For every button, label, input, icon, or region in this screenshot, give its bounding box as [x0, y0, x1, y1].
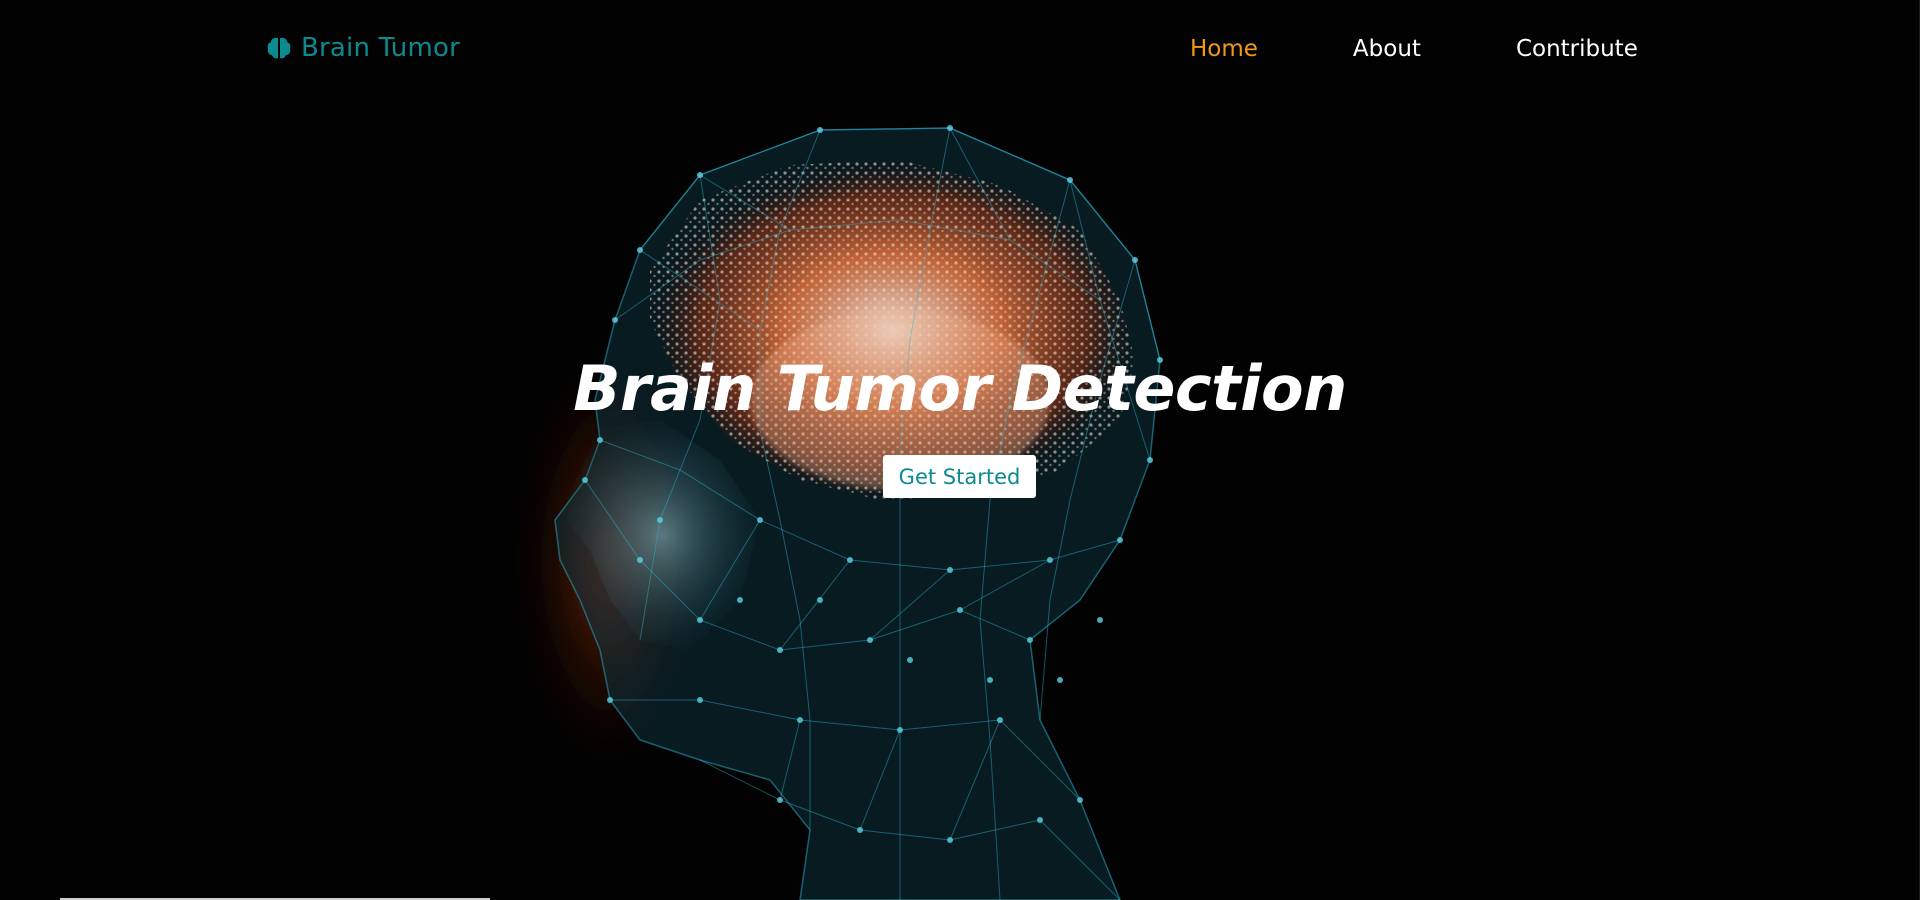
brand-name: Brain Tumor: [301, 33, 460, 63]
brain-icon: [265, 34, 293, 62]
hero-title: Brain Tumor Detection: [573, 352, 1347, 425]
hero-section: [0, 0, 1920, 900]
nav-link-about[interactable]: About: [1353, 36, 1421, 62]
navbar: Brain Tumor Home About Contribute: [0, 0, 1920, 100]
nav-link-home[interactable]: Home: [1190, 36, 1258, 62]
get-started-button[interactable]: Get Started: [883, 455, 1036, 498]
head-mesh-illustration: [520, 125, 1163, 900]
nav-link-contribute[interactable]: Contribute: [1516, 36, 1638, 62]
nav-links: Home About Contribute: [1190, 36, 1638, 62]
brand-logo-link[interactable]: Brain Tumor: [265, 33, 460, 63]
